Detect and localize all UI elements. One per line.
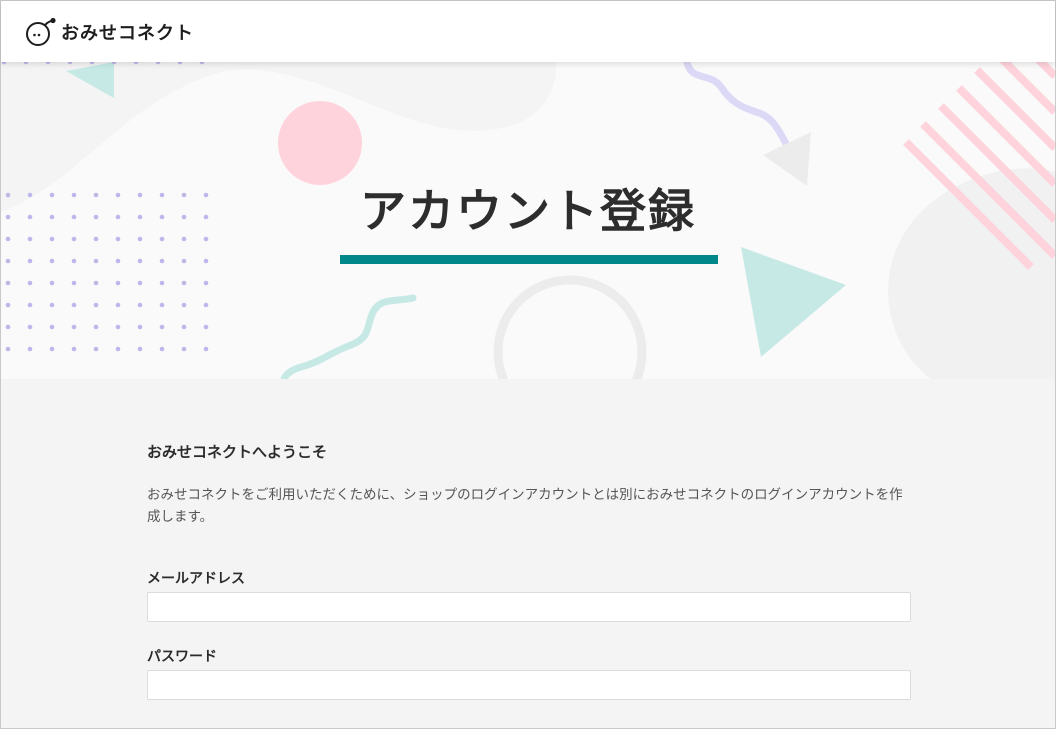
password-input[interactable]	[147, 670, 911, 700]
title-underline	[340, 255, 718, 264]
welcome-description: おみせコネクトをご利用いただくために、ショップのログインアカウントとは別におみせ…	[147, 487, 903, 525]
email-label: メールアドレス	[147, 571, 245, 587]
hero-banner: アカウント登録	[1, 62, 1055, 379]
welcome-heading: おみせコネクトへようこそ	[147, 443, 328, 461]
page-title: アカウント登録	[360, 184, 696, 238]
app-logo[interactable]: おみせコネクト	[23, 17, 194, 47]
logo-face-icon	[26, 17, 56, 46]
top-header: おみせコネクト	[1, 1, 1055, 62]
password-label: パスワード	[147, 649, 217, 665]
email-input[interactable]	[147, 592, 911, 622]
registration-form: おみせコネクトへようこそ おみせコネクトをご利用いただくために、ショップのログイ…	[147, 441, 911, 724]
logo-text: おみせコネクト	[61, 22, 194, 44]
